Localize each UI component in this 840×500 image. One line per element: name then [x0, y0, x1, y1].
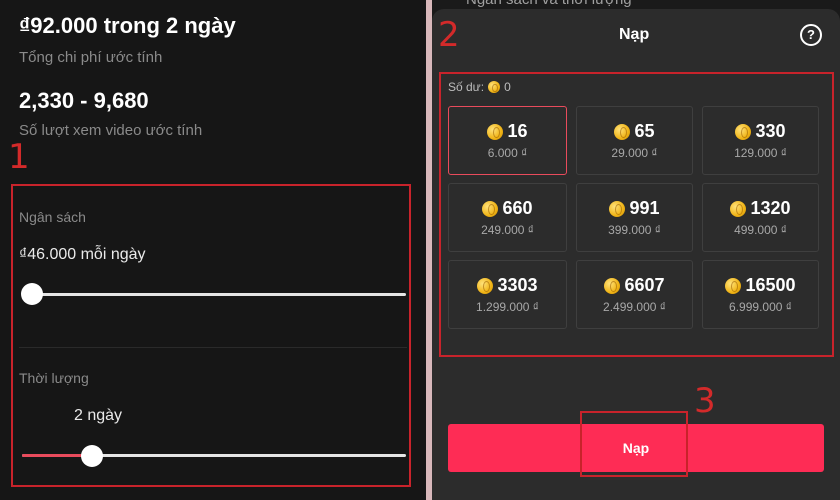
package-price: 129.000 ₫: [734, 146, 787, 160]
estimated-views-label: Số lượt xem video ước tính: [19, 122, 203, 139]
coin-package[interactable]: 330 129.000 ₫: [702, 106, 819, 175]
duration-value: 2 ngày: [74, 407, 123, 424]
coin-icon: [488, 81, 501, 93]
package-coins: 16500: [745, 275, 796, 295]
package-coins: 991: [629, 198, 660, 218]
coin-icon: [487, 123, 504, 140]
coin-package[interactable]: 6607 2.499.000 ₫: [576, 260, 693, 329]
package-price: 399.000 ₫: [608, 223, 661, 237]
package-price: 249.000 ₫: [481, 223, 534, 237]
coin-icon: [730, 200, 747, 217]
coin-icon: [477, 277, 494, 294]
package-coins: 1320: [750, 198, 791, 218]
budget-slider-track[interactable]: [22, 293, 406, 296]
balance-label: Số dư:: [448, 80, 485, 94]
coin-icon: [735, 123, 752, 140]
section-divider: [19, 347, 407, 348]
annotation-box-button: [580, 411, 688, 477]
package-price: 29.000 ₫: [611, 146, 658, 160]
annotation-number-1: 1: [8, 137, 30, 177]
help-icon[interactable]: ?: [800, 24, 822, 46]
coin-package[interactable]: 16500 6.999.000 ₫: [702, 260, 819, 329]
package-coins: 6607: [624, 275, 665, 295]
coin-package[interactable]: 991 399.000 ₫: [576, 183, 693, 252]
annotation-box-budget-duration: [11, 184, 411, 487]
package-price: 2.499.000 ₫: [603, 300, 666, 314]
package-price: 1.299.000 ₫: [476, 300, 539, 314]
coin-package[interactable]: 3303 1.299.000 ₫: [448, 260, 567, 329]
budget-value: ₫46.000 mỗi ngày: [19, 246, 146, 263]
sheet-title: Nạp: [619, 26, 650, 43]
estimated-total-cost: ₫92.000 trong 2 ngày: [19, 13, 236, 38]
package-coins: 65: [634, 121, 655, 141]
package-coins: 3303: [497, 275, 538, 295]
annotation-number-3: 3: [694, 381, 716, 421]
coin-package[interactable]: 1320 499.000 ₫: [702, 183, 819, 252]
duration-slider-handle[interactable]: [81, 445, 103, 467]
package-coins: 16: [507, 121, 528, 141]
coin-icon: [614, 123, 631, 140]
budget-slider-handle[interactable]: [21, 283, 43, 305]
coin-package[interactable]: 660 249.000 ₫: [448, 183, 567, 252]
balance-row: Số dư: 0: [448, 80, 511, 94]
coin-icon: [725, 277, 742, 294]
coin-icon: [482, 200, 499, 217]
package-price: 499.000 ₫: [734, 223, 787, 237]
coin-package-grid: 16 6.000 ₫ 65 29.000 ₫ 330 129.000 ₫ 660…: [448, 106, 824, 329]
coin-icon: [609, 200, 626, 217]
budget-label: Ngân sách: [19, 209, 86, 225]
package-coins: 330: [755, 121, 786, 141]
estimated-views: 2,330 - 9,680: [19, 88, 149, 113]
estimated-total-cost-label: Tổng chi phí ước tính: [19, 49, 163, 66]
coin-icon: [604, 277, 621, 294]
balance-value: 0: [504, 80, 511, 94]
duration-label: Thời lượng: [19, 370, 89, 386]
coin-package[interactable]: 16 6.000 ₫: [448, 106, 567, 175]
annotation-number-2: 2: [438, 15, 460, 55]
package-price: 6.000 ₫: [487, 146, 528, 160]
package-price: 6.999.000 ₫: [729, 300, 792, 314]
coin-package[interactable]: 65 29.000 ₫: [576, 106, 693, 175]
package-coins: 660: [502, 198, 533, 218]
background-section-title: Ngân sách và thời lượng: [466, 0, 632, 8]
